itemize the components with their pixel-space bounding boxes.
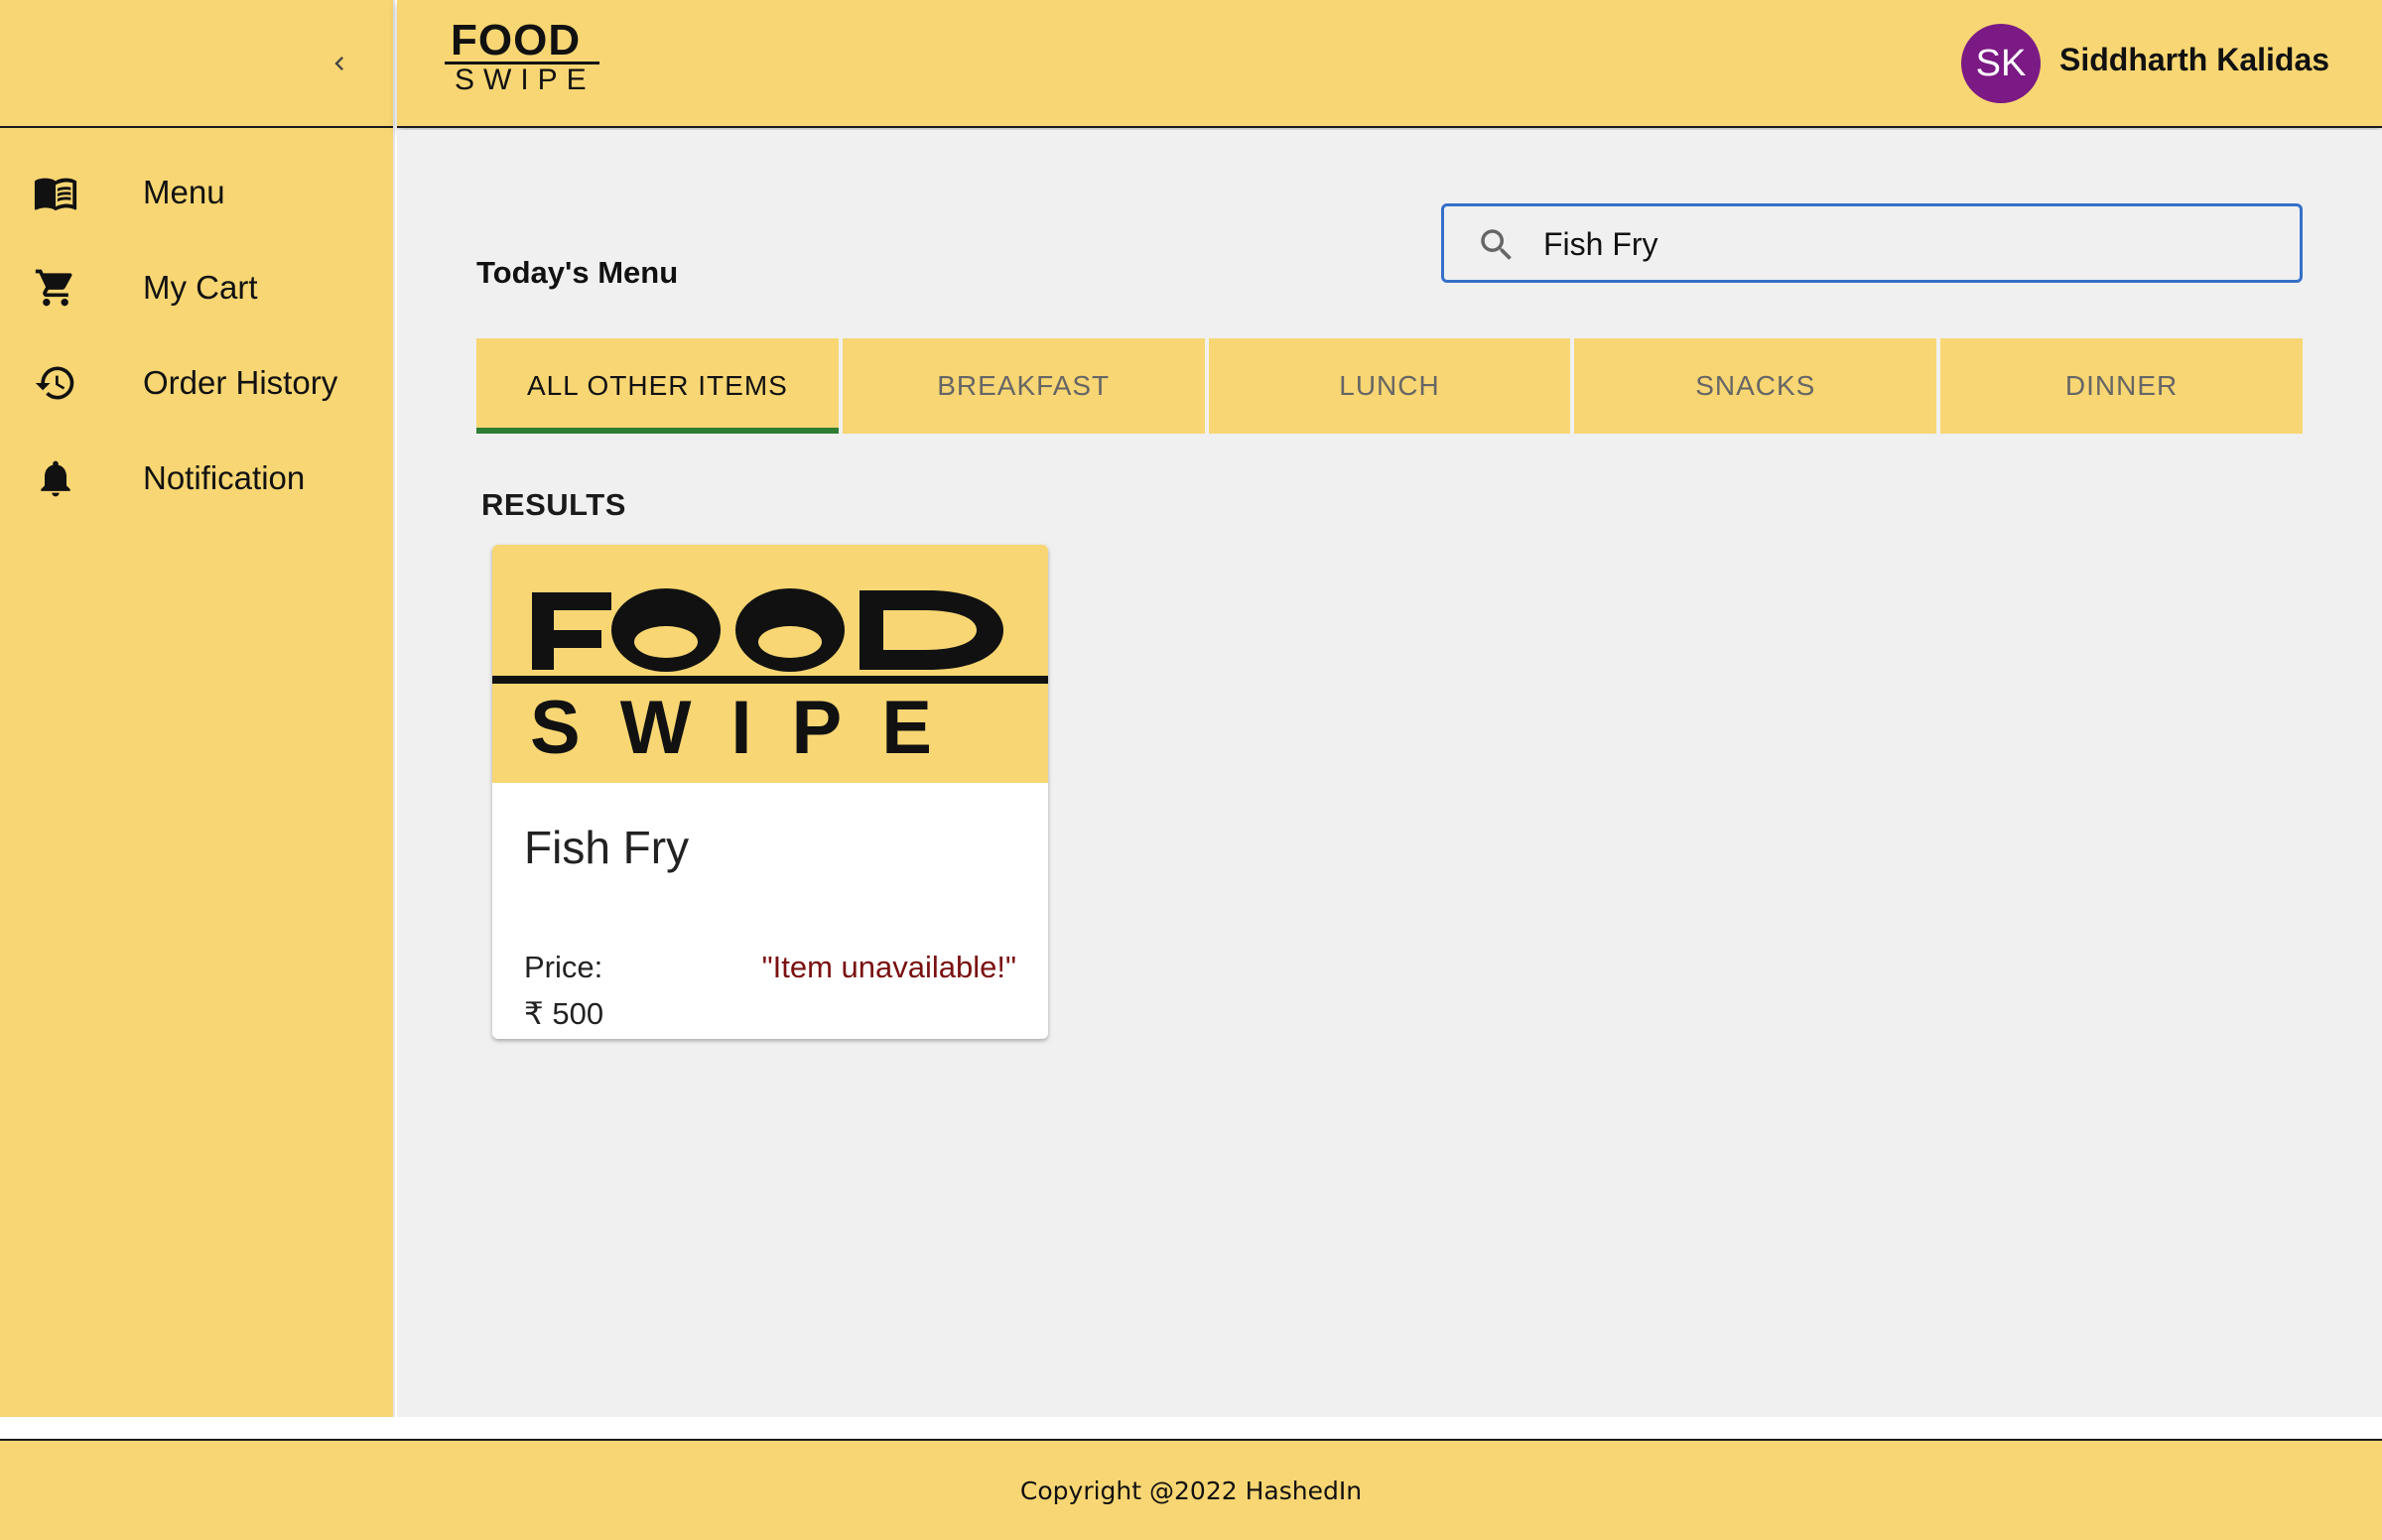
top-header: FOOD SWIPE SK Siddharth Kalidas [397, 0, 2382, 128]
menu-item-card[interactable]: SWIPE Fish Fry Price: ₹ 500 "Item unavai… [492, 545, 1048, 1039]
page-title: Today's Menu [476, 255, 679, 290]
sidebar-item-label: Order History [143, 364, 338, 401]
svg-text:SWIPE: SWIPE [530, 686, 972, 770]
sidebar: Menu My Cart Order History Notification [0, 0, 395, 1417]
search-box[interactable] [1441, 203, 2303, 283]
avatar[interactable]: SK [1961, 24, 2041, 103]
shopping-cart-icon [32, 264, 79, 312]
sidebar-item-menu[interactable]: Menu [0, 145, 393, 240]
bell-icon [32, 454, 79, 502]
results-heading: RESULTS [481, 487, 626, 522]
price-label: Price: [524, 950, 603, 984]
chevron-left-icon [334, 57, 343, 70]
logo-food-text: FOOD [451, 16, 582, 64]
logo-swipe-text: SWIPE [455, 64, 596, 96]
item-name: Fish Fry [524, 822, 690, 873]
category-tabs: ALL OTHER ITEMS BREAKFAST LUNCH SNACKS D… [476, 338, 2303, 434]
sidebar-item-label: Menu [143, 174, 225, 210]
sidebar-item-my-cart[interactable]: My Cart [0, 240, 393, 335]
sidebar-item-label: My Cart [143, 269, 258, 306]
sidebar-item-label: Notification [143, 459, 306, 496]
tab-all-other-items[interactable]: ALL OTHER ITEMS [476, 338, 839, 434]
avatar-initials: SK [1975, 42, 2027, 84]
sidebar-nav: Menu My Cart Order History Notification [0, 145, 393, 526]
tab-breakfast[interactable]: BREAKFAST [842, 338, 1205, 434]
tab-dinner[interactable]: DINNER [1940, 338, 2303, 434]
search-input[interactable] [1543, 218, 2278, 270]
menu-book-icon [32, 169, 79, 216]
user-name[interactable]: Siddharth Kalidas [2059, 42, 2329, 78]
food-swipe-logo-image: SWIPE [492, 545, 1048, 783]
sidebar-header [0, 0, 393, 128]
copyright-text: Copyright @2022 HashedIn [1019, 1476, 1363, 1505]
tab-lunch[interactable]: LUNCH [1208, 338, 1571, 434]
footer: Copyright @2022 HashedIn [0, 1439, 2382, 1540]
app-logo-text: FOOD SWIPE [443, 16, 601, 97]
sidebar-item-order-history[interactable]: Order History [0, 335, 393, 431]
main-content: Today's Menu ALL OTHER ITEMS BREAKFAST L… [397, 130, 2382, 1417]
collapse-sidebar-button[interactable] [316, 40, 363, 87]
availability-status: "Item unavailable!" [761, 950, 1016, 984]
history-icon [32, 359, 79, 407]
sidebar-item-notification[interactable]: Notification [0, 431, 393, 526]
search-icon [1476, 224, 1518, 266]
price-value: ₹ 500 [524, 996, 604, 1031]
tab-snacks[interactable]: SNACKS [1574, 338, 1937, 434]
app-logo[interactable]: FOOD SWIPE [443, 16, 601, 97]
